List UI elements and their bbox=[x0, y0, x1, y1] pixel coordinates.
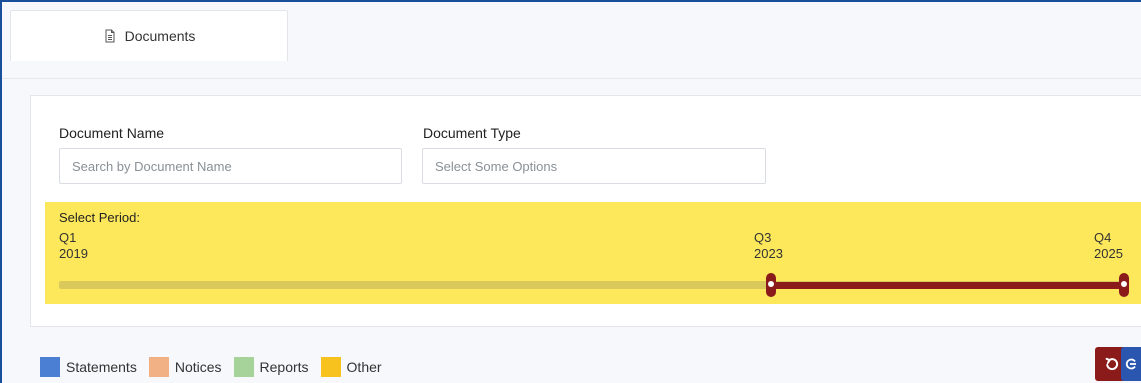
period-tick-start-year: 2019 bbox=[59, 246, 88, 261]
legend-swatch-reports bbox=[233, 357, 254, 377]
period-tick-selected-quarter: Q3 bbox=[754, 230, 772, 245]
action-icon bbox=[1125, 358, 1137, 370]
period-selector: Select Period: Q1 2019 Q3 2023 Q4 2025 bbox=[45, 202, 1141, 304]
legend-swatch-statements bbox=[40, 357, 60, 377]
period-tick-start: Q1 2019 bbox=[59, 230, 88, 262]
legend-label-notices: Notices bbox=[174, 359, 222, 375]
legend-swatch-notices bbox=[148, 357, 169, 377]
document-name-input[interactable] bbox=[59, 148, 402, 184]
period-tick-end: Q4 2025 bbox=[1094, 230, 1123, 262]
period-tick-selected-year: 2023 bbox=[754, 246, 783, 261]
legend-item-statements: Statements bbox=[40, 357, 137, 377]
period-tick-selected: Q3 2023 bbox=[754, 230, 783, 262]
legend-label-statements: Statements bbox=[66, 359, 137, 375]
period-tick-end-year: 2025 bbox=[1094, 246, 1123, 261]
document-icon bbox=[103, 29, 117, 43]
reset-icon bbox=[1104, 356, 1120, 372]
period-tick-start-quarter: Q1 bbox=[59, 230, 77, 245]
document-name-label: Document Name bbox=[59, 125, 165, 141]
legend-item-reports: Reports bbox=[233, 357, 309, 377]
tab-documents-label: Documents bbox=[124, 28, 196, 44]
legend-label-reports: Reports bbox=[259, 359, 309, 375]
legend-swatch-other bbox=[320, 357, 341, 377]
document-type-select[interactable] bbox=[422, 148, 766, 184]
period-slider-range bbox=[771, 282, 1124, 289]
period-slider-start-handle[interactable] bbox=[766, 273, 776, 297]
tab-documents[interactable]: Documents bbox=[10, 10, 288, 61]
legend-label-other: Other bbox=[346, 359, 382, 375]
tab-bar: Documents bbox=[0, 0, 1141, 79]
legend-item-notices: Notices bbox=[148, 357, 222, 377]
period-tick-end-quarter: Q4 bbox=[1094, 230, 1112, 245]
legend-item-other: Other bbox=[320, 357, 382, 377]
document-legend: Statements Notices Reports Other bbox=[40, 357, 394, 377]
document-type-label: Document Type bbox=[423, 125, 521, 141]
period-slider-end-handle[interactable] bbox=[1119, 273, 1129, 297]
blue-action-button[interactable] bbox=[1121, 347, 1141, 381]
period-label: Select Period: bbox=[59, 210, 140, 225]
